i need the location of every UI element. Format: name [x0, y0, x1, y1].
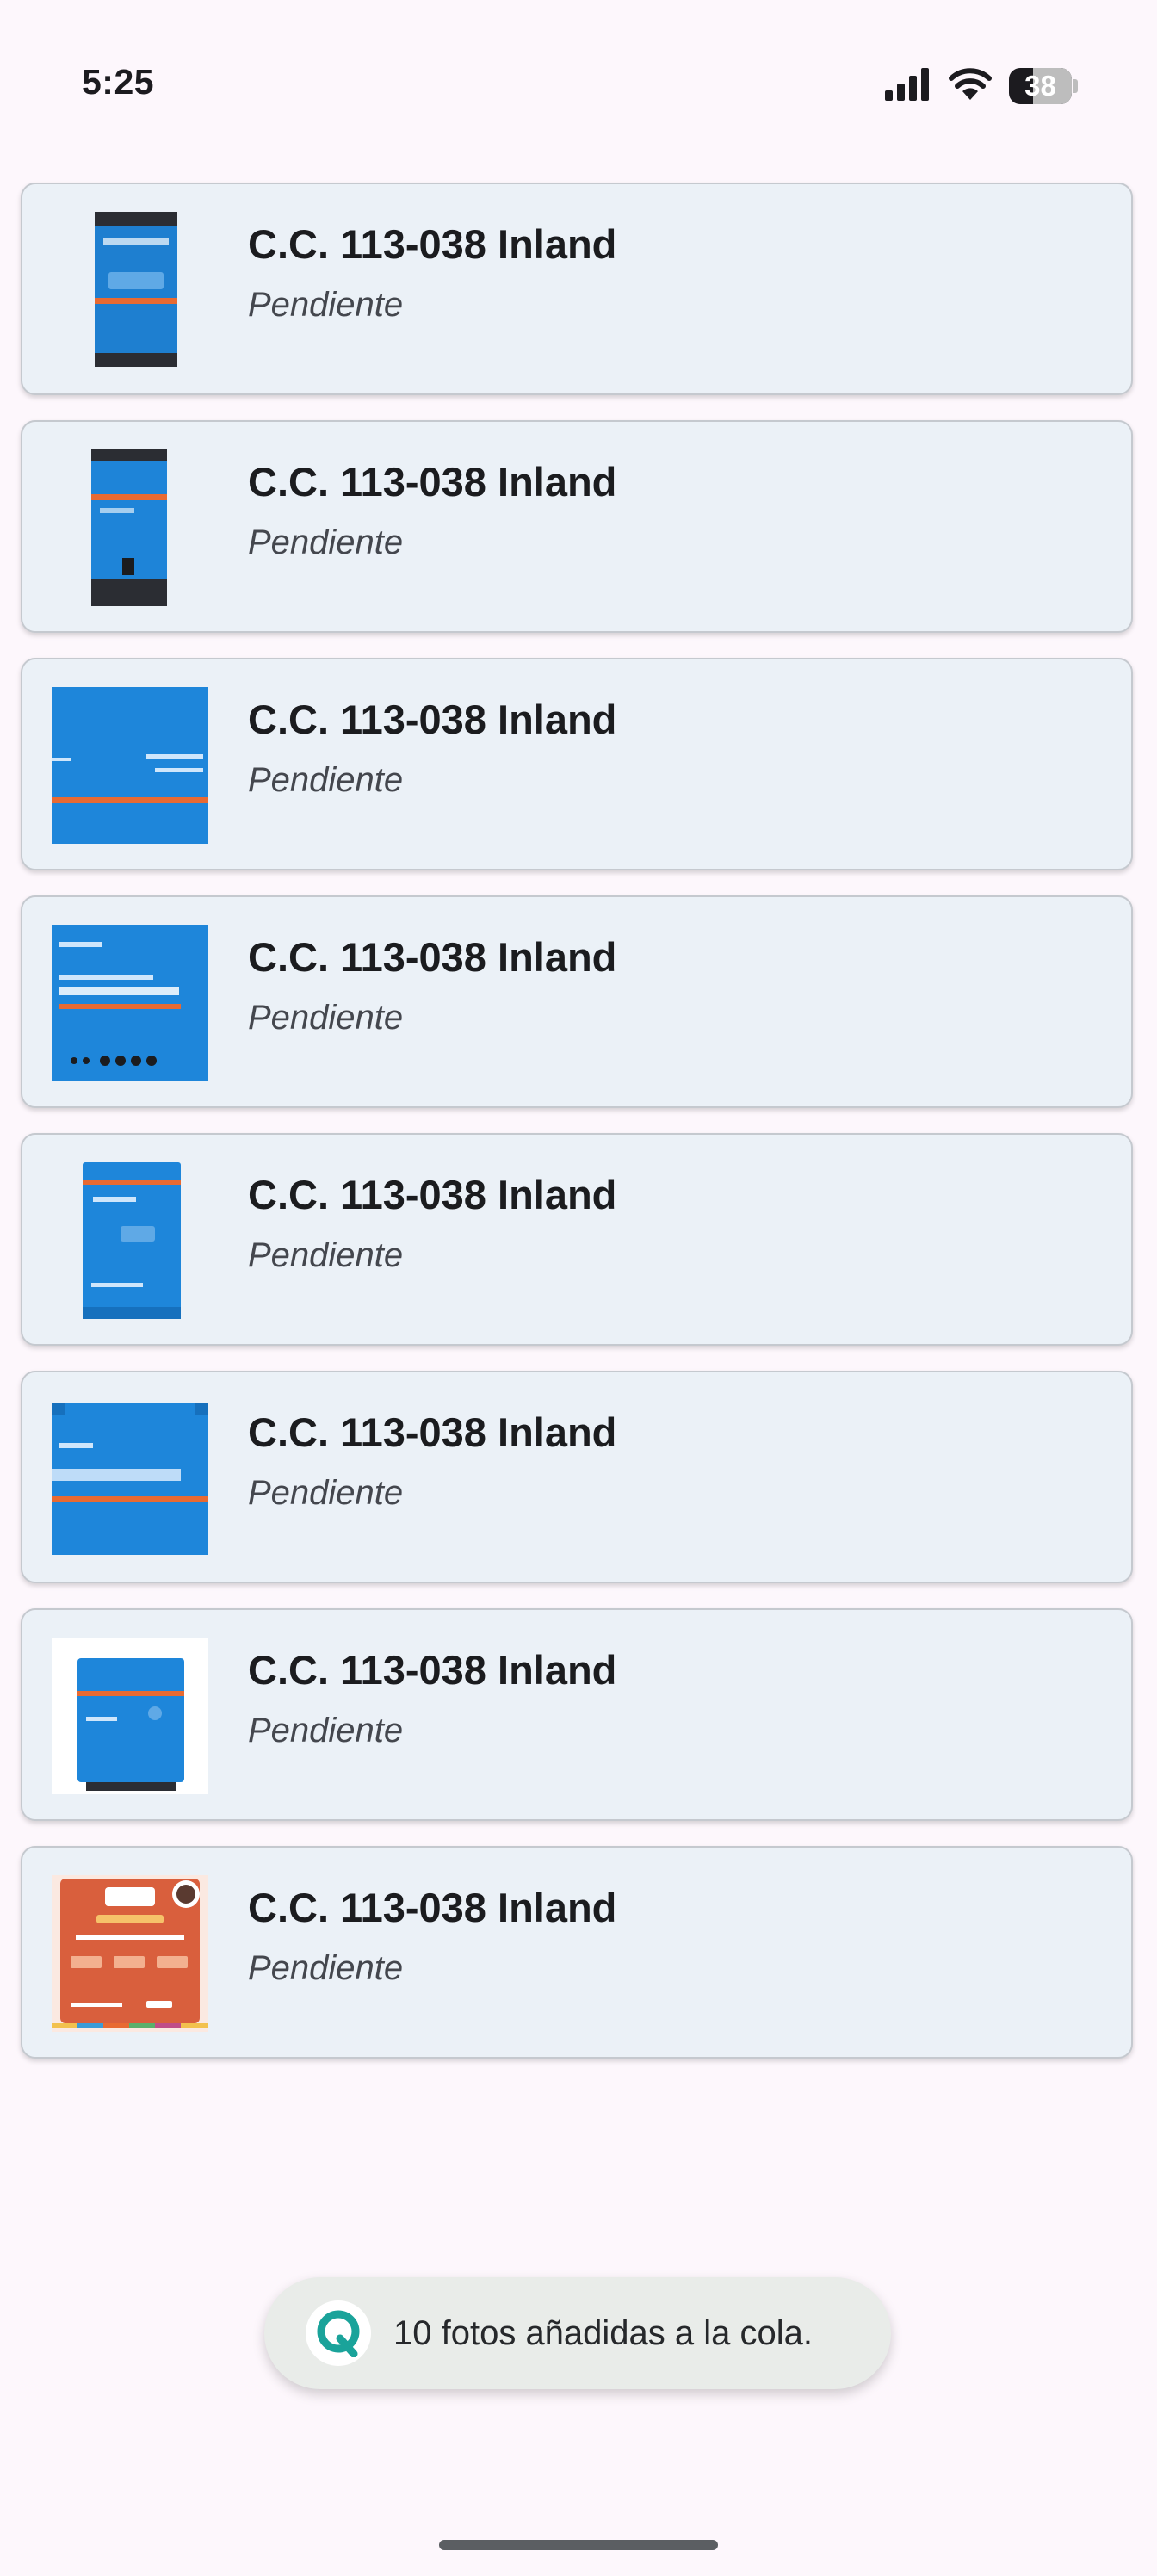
item-status: Pendiente — [248, 1236, 404, 1274]
battery-icon: 38 — [1009, 67, 1078, 105]
item-title: C.C. 113-038 Inland — [248, 697, 617, 742]
item-status: Pendiente — [248, 761, 404, 799]
thumbnail-image — [52, 1638, 208, 1794]
photo-queue-list: C.C. 113-038 Inland Pendiente C.C. 113-0… — [21, 183, 1135, 2084]
item-title: C.C. 113-038 Inland — [248, 1172, 617, 1217]
list-item[interactable]: C.C. 113-038 Inland Pendiente — [21, 1133, 1133, 1346]
thumbnail-image — [52, 687, 208, 844]
status-bar: 5:25 38 — [0, 0, 1157, 172]
list-item[interactable]: C.C. 113-038 Inland Pendiente — [21, 1846, 1133, 2059]
snackbar-message: 10 fotos añadidas a la cola. — [393, 2313, 814, 2352]
list-item[interactable]: C.C. 113-038 Inland Pendiente — [21, 1608, 1133, 1821]
item-status: Pendiente — [248, 523, 404, 561]
item-title: C.C. 113-038 Inland — [248, 1885, 617, 1930]
item-status: Pendiente — [248, 999, 404, 1037]
thumbnail-image — [52, 1162, 208, 1319]
snackbar-toast: 10 fotos añadidas a la cola. — [264, 2277, 891, 2389]
list-item[interactable]: C.C. 113-038 Inland Pendiente — [21, 658, 1133, 870]
thumbnail-image — [52, 1400, 208, 1557]
thumbnail-image — [52, 1875, 208, 2032]
status-icons: 38 — [885, 65, 1078, 107]
item-title: C.C. 113-038 Inland — [248, 1409, 617, 1455]
thumbnail-image — [52, 212, 208, 368]
signal-icon — [885, 67, 931, 105]
thumbnail-image — [52, 449, 208, 606]
item-title: C.C. 113-038 Inland — [248, 459, 617, 505]
item-status: Pendiente — [248, 1949, 404, 1987]
q-logo-icon — [306, 2300, 371, 2366]
status-time: 5:25 — [82, 62, 155, 102]
home-indicator[interactable] — [439, 2540, 718, 2550]
item-status: Pendiente — [248, 1712, 404, 1749]
list-item[interactable]: C.C. 113-038 Inland Pendiente — [21, 1371, 1133, 1583]
wifi-icon — [949, 67, 992, 106]
item-title: C.C. 113-038 Inland — [248, 934, 617, 980]
list-item[interactable]: C.C. 113-038 Inland Pendiente — [21, 183, 1133, 395]
list-item[interactable]: C.C. 113-038 Inland Pendiente — [21, 895, 1133, 1108]
item-status: Pendiente — [248, 1474, 404, 1512]
thumbnail-image — [52, 925, 208, 1081]
battery-level: 38 — [1024, 70, 1056, 102]
item-status: Pendiente — [248, 286, 404, 324]
item-title: C.C. 113-038 Inland — [248, 221, 617, 267]
item-title: C.C. 113-038 Inland — [248, 1647, 617, 1693]
list-item[interactable]: C.C. 113-038 Inland Pendiente — [21, 420, 1133, 633]
